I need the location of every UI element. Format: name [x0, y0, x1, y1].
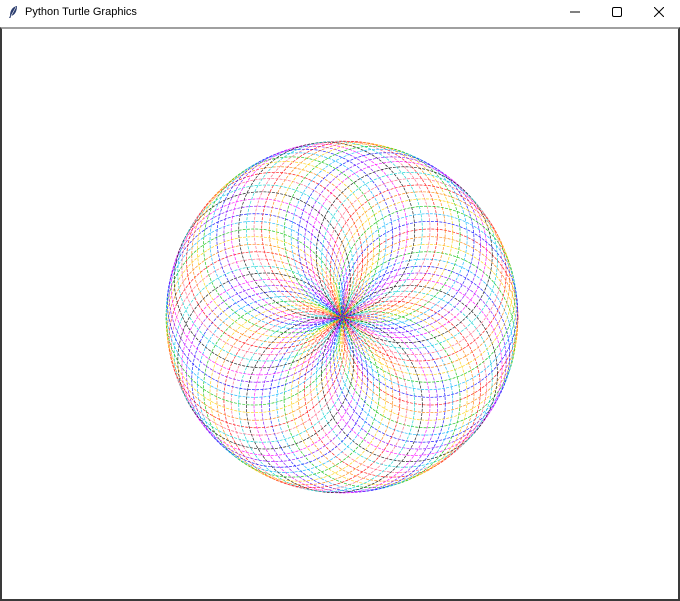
feather-icon — [5, 4, 21, 20]
minimize-button[interactable] — [554, 0, 596, 24]
turtle-window: Python Turtle Graphics — [0, 0, 680, 601]
close-icon — [654, 7, 664, 17]
title-bar[interactable]: Python Turtle Graphics — [0, 0, 680, 24]
turtle-canvas[interactable] — [2, 29, 678, 599]
spiro-circle — [253, 316, 431, 494]
spiro-circle — [283, 145, 461, 323]
maximize-icon — [612, 7, 622, 17]
maximize-button[interactable] — [596, 0, 638, 24]
spirograph-drawing — [165, 140, 519, 494]
close-button[interactable] — [638, 0, 680, 24]
minimize-icon — [570, 11, 580, 13]
canvas-frame — [0, 27, 680, 601]
window-controls — [554, 0, 680, 24]
window-title: Python Turtle Graphics — [25, 6, 137, 18]
